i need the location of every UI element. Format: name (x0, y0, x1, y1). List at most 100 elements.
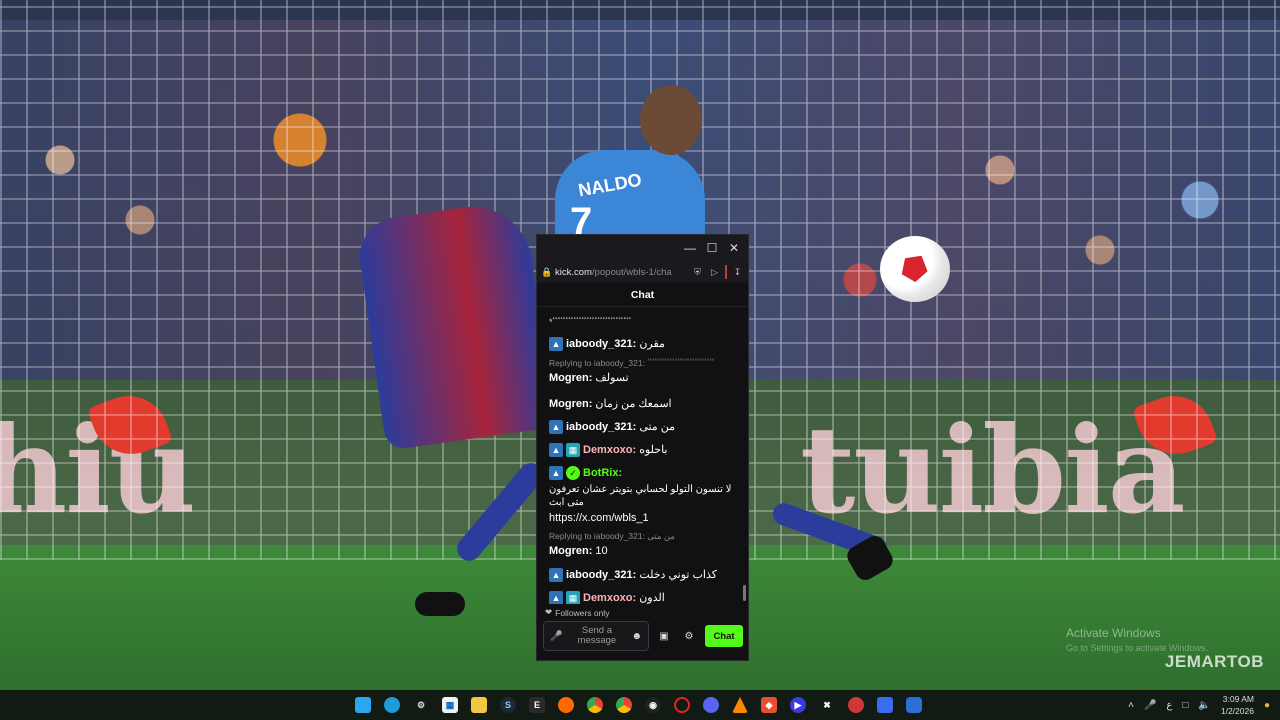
chat-message-text: *ٴٴٴٴٴٴٴٴٴٴٴٴٴٴٴٴٴٴٴٴٴٴٴٴٴٴٴٴٴٴ (549, 317, 632, 327)
window-titlebar[interactable]: — ☐ ✕ (537, 235, 748, 261)
chat-message-text: كذاب توني دخلت (639, 569, 717, 581)
chat-message: Mogren: اسمعك من زمان (549, 397, 732, 411)
chat-message-text: من متى (639, 421, 676, 433)
dotnet-icon[interactable] (872, 693, 898, 717)
chat-message-text: لا تنسون التولو لحسابي بتويتر عشان تعرفو… (549, 484, 732, 508)
chat-message-text: 10 (595, 545, 608, 557)
chat-message-text: باحلوه (639, 444, 668, 456)
activate-windows-title: Activate Windows (1066, 626, 1161, 640)
play-icon[interactable]: ▷ (708, 266, 721, 279)
chat-title: Chat (537, 283, 748, 307)
send-chat-button[interactable]: Chat (705, 625, 743, 647)
verified-bot-icon: ✓ (566, 466, 580, 480)
chat-message: Mogren: 10 (549, 544, 732, 558)
url-divider (725, 265, 727, 279)
chat-username[interactable]: iaboody_321: (566, 337, 636, 351)
maximize-icon[interactable]: ☐ (702, 238, 722, 258)
store-icon[interactable]: ▣ (657, 629, 671, 643)
message-placeholder: Send a message (568, 626, 625, 646)
soundcloud-icon[interactable] (553, 693, 579, 717)
clock-date: 1/2/2026 (1220, 706, 1254, 716)
chat-username[interactable]: BotRix: (583, 466, 622, 480)
language-indicator[interactable]: ع (1166, 700, 1172, 711)
gear-icon[interactable]: ⚙ (682, 629, 696, 643)
volume-icon[interactable]: 🔈 (1198, 700, 1210, 711)
subscriber-badge-icon: ▦ (566, 443, 580, 457)
emoji-icon[interactable]: ☻ (631, 631, 642, 642)
git-icon[interactable]: ◆ (756, 693, 782, 717)
followers-only-label: Followers only (555, 607, 610, 618)
steam-icon[interactable]: S (495, 693, 521, 717)
chat-messages: ٴٴٴٴٴٴٴٴٴٴٴٴٴٴٴٴٴٴٴٴٴٴٴٴٴٴٴٴٴٴٴٴٴٴٴٴٴٴٴٴ… (537, 308, 742, 604)
url-host: kick.com (555, 266, 592, 278)
url-path: /popout/wbls-1/cha (591, 266, 672, 278)
chat-message: ▲ ✓ BotRix: لا تنسون التولو لحسابي بتويت… (549, 466, 732, 509)
skype-icon[interactable] (901, 693, 927, 717)
kick-badge-icon: ▲ (549, 337, 563, 351)
windows-taskbar: ⚙ ▦ S E ◉ ◆ ▶ ✖ ˄ 🎤 ع □ 🔈 3:09 AM 1/2/20… (0, 690, 1280, 720)
clock-time: 3:09 AM (1222, 694, 1254, 704)
clock[interactable]: 3:09 AM 1/2/2026 (1221, 693, 1254, 717)
chat-username[interactable]: Demxoxo: (583, 443, 636, 457)
lock-icon[interactable]: 🔒 (541, 267, 552, 277)
download-icon[interactable]: ↧ (731, 266, 744, 279)
url-text[interactable]: kick.com/popout/wbls-1/cha (555, 267, 687, 278)
windows-start-icon[interactable] (350, 693, 376, 717)
chat-username[interactable]: iaboody_321: (566, 420, 636, 434)
shield-icon[interactable]: ⛨ (691, 266, 704, 279)
taskbar-apps: ⚙ ▦ S E ◉ ◆ ▶ ✖ (350, 693, 927, 717)
reply-context: Replying to iaboody_321: ٴٴٴٴٴٴٴٴٴٴٴٴٴٴٴ… (549, 358, 715, 368)
opera-icon[interactable] (669, 693, 695, 717)
message-input[interactable]: 🎤 Send a message ☻ (543, 621, 649, 651)
chat-message-text: تسولف (595, 372, 629, 384)
system-tray: ˄ 🎤 ع □ 🔈 3:09 AM 1/2/2026 ● (1128, 690, 1270, 720)
heart-icon: ❤ (545, 607, 553, 617)
discord-icon[interactable] (698, 693, 724, 717)
chat-message-text: الدون (639, 592, 665, 604)
ubisoft-icon[interactable]: ◉ (640, 693, 666, 717)
riot-icon[interactable] (843, 693, 869, 717)
chevron-up-icon[interactable]: ˄ (1128, 700, 1134, 711)
chat-popout-window: — ☐ ✕ 🔒 kick.com/popout/wbls-1/cha ⛨ ▷ ↧… (536, 234, 749, 661)
chat-message-text: مقرن (639, 338, 665, 350)
microphone-icon[interactable]: 🎤 (550, 631, 562, 642)
chat-username[interactable]: Demxoxo: (583, 591, 636, 604)
media-player-icon[interactable]: ▶ (785, 693, 811, 717)
close-icon[interactable]: ✕ (724, 238, 744, 258)
chat-message: ▲ ▦ Demxoxo: باحلوه (549, 443, 732, 457)
chat-message: ▲ iaboody_321: من متى (549, 420, 732, 434)
minimize-icon[interactable]: — (680, 238, 700, 258)
file-explorer-icon[interactable] (466, 693, 492, 717)
store-icon[interactable]: ▦ (437, 693, 463, 717)
capcut-icon[interactable]: ✖ (814, 693, 840, 717)
vlc-icon[interactable] (727, 693, 753, 717)
chat-username[interactable]: Mogren: (549, 544, 592, 558)
kick-badge-icon: ▲ (549, 420, 563, 434)
kick-badge-icon: ▲ (549, 568, 563, 582)
chat-username[interactable]: Mogren: (549, 397, 592, 411)
player-boot (415, 592, 465, 616)
settings-icon[interactable]: ⚙ (408, 693, 434, 717)
chat-link[interactable]: https://x.com/wbls_1 (549, 512, 732, 524)
placeholder-line: message (577, 635, 617, 646)
reply-context: Replying to iaboody_321: من متى (549, 531, 675, 541)
chat-message: ▲ iaboody_321: مقرن (549, 337, 732, 351)
address-bar[interactable]: 🔒 kick.com/popout/wbls-1/cha ⛨ ▷ ↧ (537, 261, 748, 283)
player-head (640, 85, 702, 155)
chat-message-text: ٴٴٴٴٴٴٴٴٴٴٴٴٴٴٴٴٴٴٴٴٴٴٴٴٴٴٴٴٴٴٴٴٴٴٴٴٴٴٴٴ… (549, 308, 660, 315)
chat-username[interactable]: Mogren: (549, 371, 592, 385)
edge-icon[interactable] (379, 693, 405, 717)
network-icon[interactable]: □ (1182, 700, 1188, 711)
chat-message: ▲ ▦ Demxoxo: الدون (549, 591, 732, 604)
football (880, 236, 950, 302)
notification-icon[interactable]: ● (1264, 700, 1270, 711)
chat-username[interactable]: iaboody_321: (566, 568, 636, 582)
kick-badge-icon: ▲ (549, 466, 563, 480)
epic-games-icon[interactable]: E (524, 693, 550, 717)
chrome-icon[interactable] (582, 693, 608, 717)
chat-message-text: اسمعك من زمان (595, 398, 672, 410)
chat-scrollbar[interactable] (743, 585, 746, 601)
kick-badge-icon: ▲ (549, 443, 563, 457)
chrome-alt-icon[interactable] (611, 693, 637, 717)
microphone-tray-icon[interactable]: 🎤 (1144, 700, 1156, 711)
